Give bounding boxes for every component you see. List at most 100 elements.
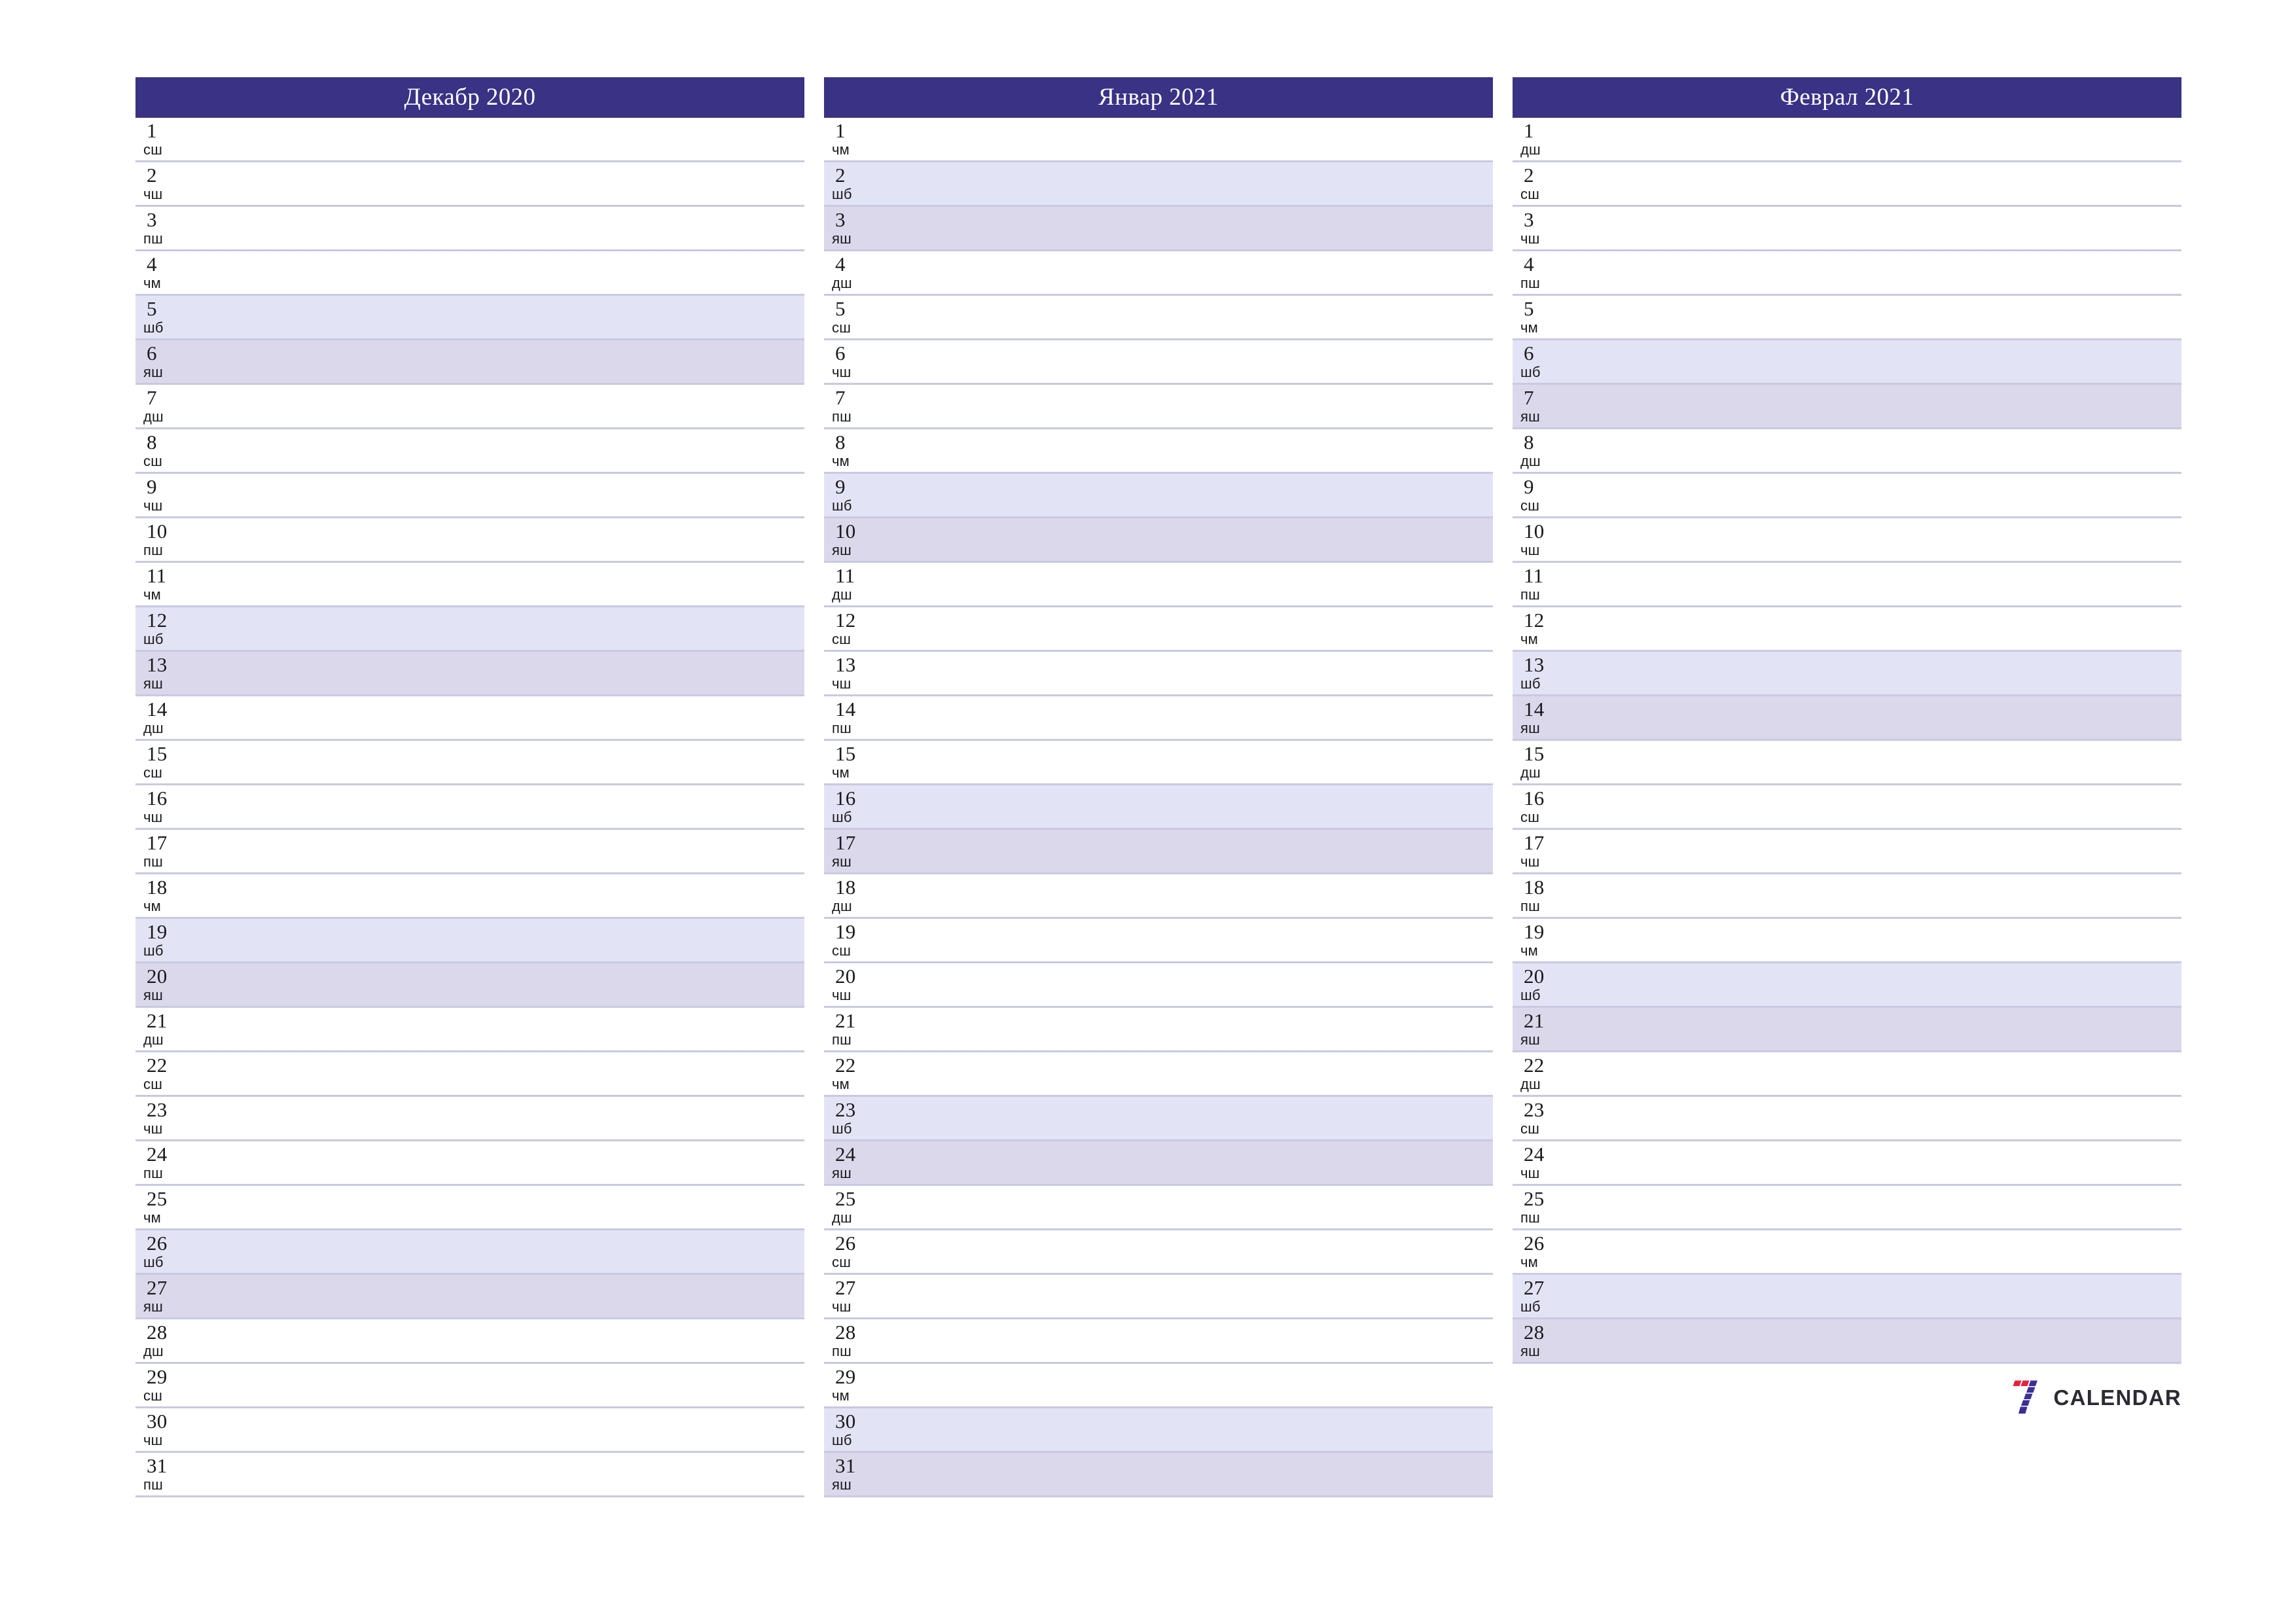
day-row[interactable]: 12 шб	[135, 607, 804, 652]
day-row[interactable]: 17 пш	[135, 830, 804, 874]
day-row[interactable]: 17 яш	[824, 830, 1493, 874]
day-row[interactable]: 4 пш	[1513, 251, 2181, 296]
day-row[interactable]: 29 сш	[135, 1364, 804, 1408]
day-row[interactable]: 3 пш	[135, 207, 804, 251]
day-row[interactable]: 14 дш	[135, 696, 804, 741]
day-number: 6	[835, 342, 846, 365]
day-row[interactable]: 23 чш	[135, 1097, 804, 1141]
day-number: 22	[835, 1054, 856, 1077]
day-number: 8	[147, 431, 157, 454]
day-row[interactable]: 9 сш	[1513, 474, 2181, 518]
day-row[interactable]: 2 чш	[135, 162, 804, 207]
day-row[interactable]: 28 яш	[1513, 1319, 2181, 1364]
day-row[interactable]: 4 дш	[824, 251, 1493, 296]
day-row[interactable]: 5 сш	[824, 296, 1493, 340]
day-row[interactable]: 27 чш	[824, 1275, 1493, 1319]
day-row[interactable]: 16 чш	[135, 785, 804, 830]
day-row[interactable]: 27 шб	[1513, 1275, 2181, 1319]
day-row[interactable]: 8 сш	[135, 429, 804, 474]
day-row[interactable]: 6 яш	[135, 340, 804, 385]
day-row[interactable]: 4 чм	[135, 251, 804, 296]
day-row[interactable]: 1 дш	[1513, 118, 2181, 162]
day-row[interactable]: 21 пш	[824, 1008, 1493, 1052]
day-row[interactable]: 18 чм	[135, 874, 804, 919]
day-row[interactable]: 28 дш	[135, 1319, 804, 1364]
day-row[interactable]: 5 чм	[1513, 296, 2181, 340]
day-number: 27	[835, 1276, 856, 1299]
day-row[interactable]: 17 чш	[1513, 830, 2181, 874]
day-row[interactable]: 24 чш	[1513, 1141, 2181, 1186]
day-weekday-label: яш	[1520, 1343, 1540, 1359]
day-row[interactable]: 26 сш	[824, 1230, 1493, 1275]
day-row[interactable]: 21 яш	[1513, 1008, 2181, 1052]
day-row[interactable]: 7 дш	[135, 385, 804, 429]
day-row[interactable]: 8 дш	[1513, 429, 2181, 474]
day-row[interactable]: 14 яш	[1513, 696, 2181, 741]
day-row[interactable]: 19 шб	[135, 919, 804, 963]
day-row[interactable]: 26 шб	[135, 1230, 804, 1275]
day-row[interactable]: 1 сш	[135, 118, 804, 162]
day-row[interactable]: 3 чш	[1513, 207, 2181, 251]
month-column-december: Декабр 2020 1 сш 2 чш 3 пш 4 чм 5 шб 6 яш 7 дш 8 сш 9 чш 1…	[135, 77, 804, 1497]
day-row[interactable]: 16 шб	[824, 785, 1493, 830]
day-row[interactable]: 25 пш	[1513, 1186, 2181, 1230]
day-row[interactable]: 14 пш	[824, 696, 1493, 741]
day-row[interactable]: 3 яш	[824, 207, 1493, 251]
day-row[interactable]: 15 чм	[824, 741, 1493, 785]
day-row[interactable]: 30 чш	[135, 1408, 804, 1453]
day-row[interactable]: 30 шб	[824, 1408, 1493, 1453]
day-row[interactable]: 21 дш	[135, 1008, 804, 1052]
day-row[interactable]: 2 шб	[824, 162, 1493, 207]
day-row[interactable]: 10 яш	[824, 518, 1493, 563]
day-row[interactable]: 25 чм	[135, 1186, 804, 1230]
day-row[interactable]: 28 пш	[824, 1319, 1493, 1364]
day-row[interactable]: 1 чм	[824, 118, 1493, 162]
day-row[interactable]: 11 чм	[135, 563, 804, 607]
day-row[interactable]: 29 чм	[824, 1364, 1493, 1408]
day-row[interactable]: 23 сш	[1513, 1097, 2181, 1141]
day-row[interactable]: 15 сш	[135, 741, 804, 785]
day-row[interactable]: 5 шб	[135, 296, 804, 340]
day-row[interactable]: 22 сш	[135, 1052, 804, 1097]
day-row[interactable]: 15 дш	[1513, 741, 2181, 785]
day-row[interactable]: 18 дш	[824, 874, 1493, 919]
day-row[interactable]: 9 шб	[824, 474, 1493, 518]
day-row[interactable]: 13 шб	[1513, 652, 2181, 696]
day-row[interactable]: 20 шб	[1513, 963, 2181, 1008]
day-number: 9	[1524, 475, 1534, 498]
day-row[interactable]: 24 пш	[135, 1141, 804, 1186]
day-number: 28	[835, 1321, 856, 1344]
day-row[interactable]: 25 дш	[824, 1186, 1493, 1230]
day-row[interactable]: 19 сш	[824, 919, 1493, 963]
day-row[interactable]: 19 чм	[1513, 919, 2181, 963]
day-row[interactable]: 13 яш	[135, 652, 804, 696]
day-weekday-label: яш	[143, 1298, 163, 1315]
day-row[interactable]: 24 яш	[824, 1141, 1493, 1186]
day-row[interactable]: 27 яш	[135, 1275, 804, 1319]
day-row[interactable]: 23 шб	[824, 1097, 1493, 1141]
day-row[interactable]: 11 пш	[1513, 563, 2181, 607]
day-row[interactable]: 26 чм	[1513, 1230, 2181, 1275]
day-row[interactable]: 8 чм	[824, 429, 1493, 474]
day-row[interactable]: 12 чм	[1513, 607, 2181, 652]
day-row[interactable]: 12 сш	[824, 607, 1493, 652]
day-row[interactable]: 9 чш	[135, 474, 804, 518]
day-row[interactable]: 31 яш	[824, 1453, 1493, 1497]
day-row[interactable]: 7 пш	[824, 385, 1493, 429]
day-row[interactable]: 10 чш	[1513, 518, 2181, 563]
day-row[interactable]: 6 чш	[824, 340, 1493, 385]
day-row[interactable]: 22 дш	[1513, 1052, 2181, 1097]
day-row[interactable]: 6 шб	[1513, 340, 2181, 385]
day-row[interactable]: 20 яш	[135, 963, 804, 1008]
day-row[interactable]: 18 пш	[1513, 874, 2181, 919]
day-number: 28	[1524, 1321, 1545, 1344]
day-row[interactable]: 22 чм	[824, 1052, 1493, 1097]
day-row[interactable]: 13 чш	[824, 652, 1493, 696]
day-row[interactable]: 11 дш	[824, 563, 1493, 607]
day-row[interactable]: 7 яш	[1513, 385, 2181, 429]
day-row[interactable]: 2 сш	[1513, 162, 2181, 207]
day-row[interactable]: 16 сш	[1513, 785, 2181, 830]
day-row[interactable]: 31 пш	[135, 1453, 804, 1497]
day-row[interactable]: 10 пш	[135, 518, 804, 563]
day-row[interactable]: 20 чш	[824, 963, 1493, 1008]
